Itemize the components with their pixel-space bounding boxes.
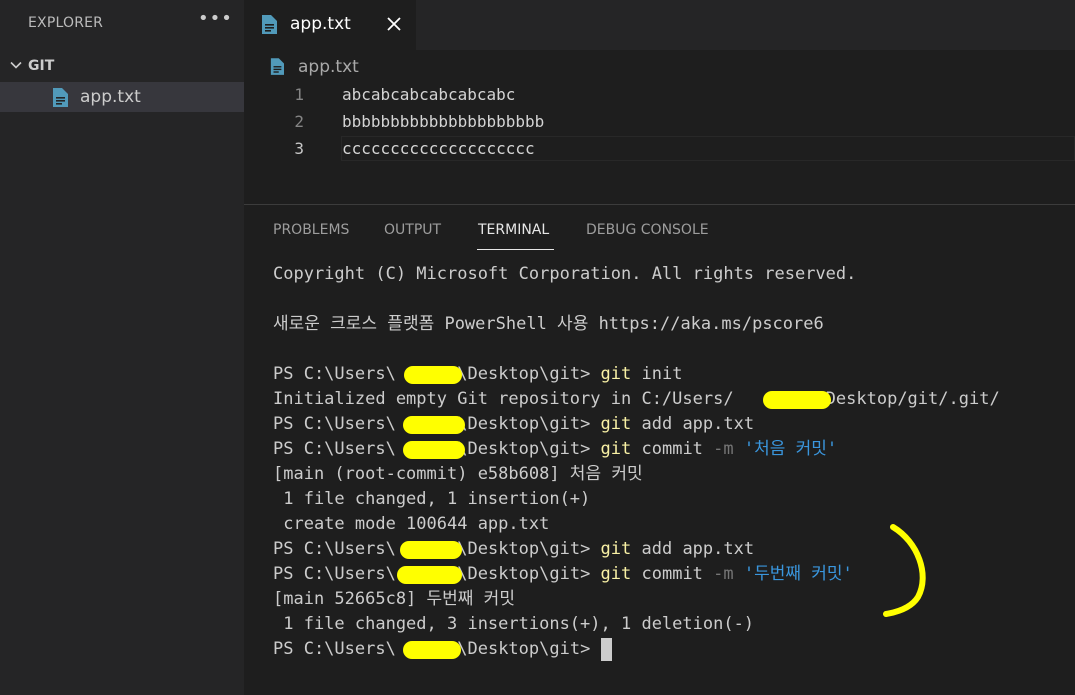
terminal-line: 새로운 크로스 플랫폼 PowerShell 사용 https://aka.ms… [273, 314, 824, 334]
line-number: 1 [294, 85, 304, 104]
command-name: git [600, 414, 632, 434]
editor-line[interactable]: 2 bbbbbbbbbbbbbbbbbbbbb [244, 109, 1075, 136]
command-flag: -m [713, 439, 734, 459]
redaction-mark [403, 641, 461, 659]
explorer-header: EXPLORER [28, 15, 104, 31]
line-text: cccccccccccccccccccc [342, 139, 535, 158]
file-label: app.txt [80, 87, 141, 107]
chevron-down-icon [10, 61, 22, 69]
line-text: bbbbbbbbbbbbbbbbbbbbb [342, 112, 545, 131]
prompt-text: PS C:\Users\ [273, 439, 396, 459]
terminal-line: Initialized empty Git repository in C:/U… [273, 389, 1000, 409]
command-name: git [600, 364, 632, 384]
editor-tabbar: app.txt [244, 0, 1075, 50]
terminal-line: PS C:\Users\ \Desktop\git> [273, 637, 1073, 662]
panel-tabs: PROBLEMS OUTPUT TERMINAL DEBUG CONSOLE [244, 205, 1075, 250]
command-args: commit [631, 564, 714, 584]
command-args: add app.txt [631, 539, 755, 559]
terminal-line: [main 52665c8] 두번째 커밋 [273, 589, 515, 609]
terminal-cursor [600, 637, 612, 661]
terminal-line: create mode 100644 app.txt [273, 514, 550, 534]
folder-git[interactable]: GIT [0, 55, 244, 79]
redaction-mark [403, 441, 465, 459]
file-icon [262, 15, 277, 34]
prompt-path: \Desktop\git> [457, 564, 601, 584]
line-number: 2 [294, 112, 304, 131]
command-name: git [600, 439, 632, 459]
command-string: '처음 커밋' [733, 439, 838, 459]
file-icon [53, 88, 68, 107]
active-tab-indicator [477, 249, 554, 250]
tab-terminal[interactable]: TERMINAL [478, 222, 549, 238]
redaction-mark [400, 541, 462, 559]
terminal-line: PS C:\Users\ \Desktop\git> git commit -m… [273, 562, 1073, 587]
redaction-mark [404, 366, 462, 384]
editor-line[interactable]: 1 abcabcabcabcabcabc [244, 82, 1075, 109]
prompt-path: \Desktop\git> [457, 414, 601, 434]
terminal-line: PS C:\Users\ \Desktop\git> git init [273, 362, 1073, 387]
redaction-mark [397, 566, 462, 584]
folder-label: GIT [28, 58, 55, 74]
close-icon[interactable] [385, 15, 403, 33]
terminal-line: PS C:\Users\ \Desktop\git> git add app.t… [273, 412, 1073, 437]
command-name: git [600, 564, 632, 584]
prompt-path: \Desktop\git> [457, 639, 601, 659]
prompt-text: PS C:\Users\ [273, 564, 396, 584]
terminal-line: PS C:\Users\ \Desktop\git> git add app.t… [273, 537, 1073, 562]
command-args: commit [631, 439, 714, 459]
terminal-line: 1 file changed, 1 insertion(+) [273, 489, 591, 509]
tab-problems[interactable]: PROBLEMS [273, 222, 349, 238]
command-name: git [600, 539, 632, 559]
tab-debug-console[interactable]: DEBUG CONSOLE [586, 222, 709, 238]
line-number: 3 [294, 139, 304, 158]
explorer-file-app-txt[interactable]: app.txt [0, 82, 244, 112]
tab-label: app.txt [290, 14, 351, 34]
prompt-path: \Desktop\git> [457, 539, 601, 559]
editor-line[interactable]: 3 cccccccccccccccccccc [244, 136, 1075, 163]
ellipsis-icon[interactable]: ••• [198, 8, 233, 29]
redaction-mark [763, 391, 831, 409]
command-args: init [631, 364, 683, 384]
terminal-line: PS C:\Users\ \Desktop\git> git commit -m… [273, 437, 1073, 462]
explorer-sidebar: EXPLORER ••• GIT app.txt [0, 0, 244, 695]
breadcrumb-label: app.txt [298, 57, 359, 77]
terminal-line: Copyright (C) Microsoft Corporation. All… [273, 264, 857, 284]
command-string: '두번째 커밋' [733, 564, 853, 584]
tab-app-txt[interactable]: app.txt [244, 0, 416, 50]
prompt-text: PS C:\Users\ [273, 639, 396, 659]
prompt-path: \Desktop\git> [457, 439, 601, 459]
tab-output[interactable]: OUTPUT [384, 222, 441, 238]
prompt-text: PS C:\Users\ [273, 539, 396, 559]
file-icon [270, 58, 284, 75]
command-flag: -m [713, 564, 734, 584]
line-text: abcabcabcabcabcabc [342, 85, 516, 104]
terminal-line: [main (root-commit) e58b608] 처음 커밋 [273, 464, 643, 484]
terminal-line: 1 file changed, 3 insertions(+), 1 delet… [273, 614, 755, 634]
prompt-text: PS C:\Users\ [273, 414, 396, 434]
prompt-path: \Desktop\git> [457, 364, 601, 384]
command-args: add app.txt [631, 414, 755, 434]
terminal-output[interactable]: Copyright (C) Microsoft Corporation. All… [273, 262, 1073, 662]
prompt-text: PS C:\Users\ [273, 364, 396, 384]
redaction-mark [403, 416, 465, 434]
